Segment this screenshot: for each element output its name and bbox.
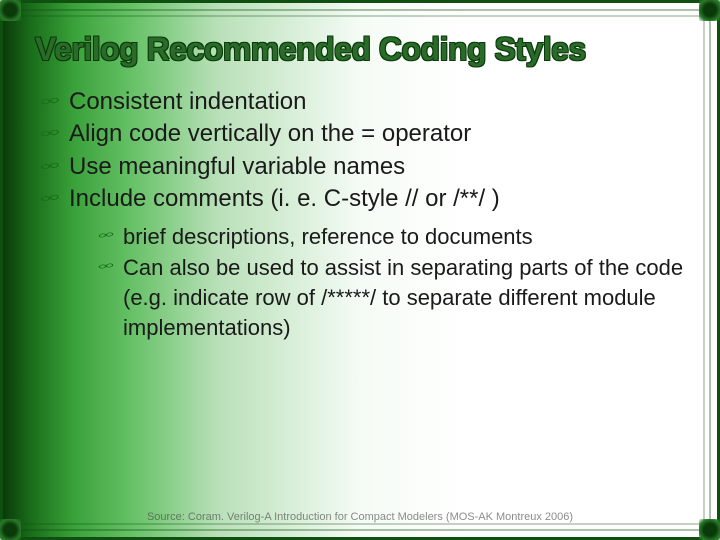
- bullet-list: Consistent indentation Align code vertic…: [39, 86, 685, 342]
- bullet-text: Use meaningful variable names: [69, 153, 405, 180]
- sub-bullet-item: Can also be used to assist in separating…: [97, 253, 685, 342]
- corner-decoration: [0, 519, 21, 540]
- bullet-item: Align code vertically on the = operator: [39, 118, 685, 150]
- slide-title: Verilog Recommended Coding Styles: [35, 31, 685, 68]
- corner-decoration: [699, 0, 720, 21]
- bullet-item: Use meaningful variable names: [39, 151, 685, 183]
- bullet-text: Align code vertically on the = operator: [69, 120, 471, 147]
- slide-content: Verilog Recommended Coding Styles Consis…: [35, 31, 685, 507]
- footer-citation: Source: Coram. Verilog-A Introduction fo…: [3, 511, 717, 523]
- bullet-item: Consistent indentation: [39, 86, 685, 118]
- sub-bullet-text: Can also be used to assist in separating…: [123, 255, 683, 339]
- bullet-text: Consistent indentation: [69, 88, 307, 115]
- bullet-item: Include comments (i. e. C-style // or /*…: [39, 183, 685, 342]
- slide: Verilog Recommended Coding Styles Consis…: [0, 0, 720, 540]
- corner-decoration: [0, 0, 21, 21]
- sub-bullet-item: brief descriptions, reference to documen…: [97, 222, 685, 252]
- sub-bullet-text: brief descriptions, reference to documen…: [123, 224, 533, 249]
- corner-decoration: [699, 519, 720, 540]
- sub-bullet-list: brief descriptions, reference to documen…: [97, 222, 685, 343]
- bullet-text: Include comments (i. e. C-style // or /*…: [69, 185, 500, 212]
